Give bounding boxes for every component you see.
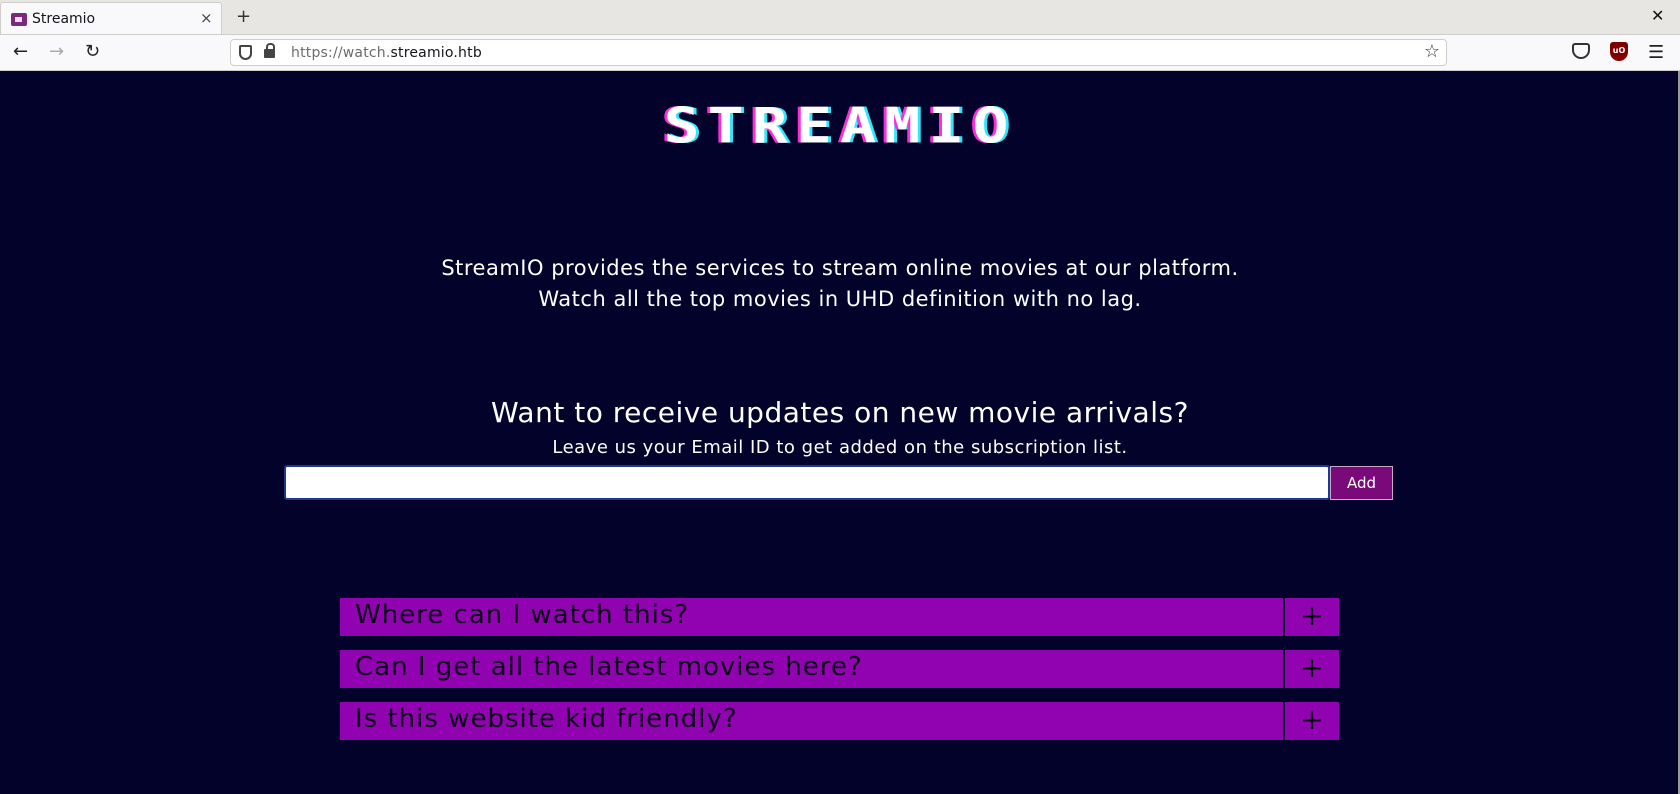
tagline: StreamIO provides the services to stream… (0, 253, 1680, 315)
faq-item[interactable]: Is this website kid friendly? + (340, 702, 1339, 740)
new-tab-button[interactable]: + (236, 6, 251, 27)
favicon-icon (11, 13, 27, 26)
url-domain: streamio.htb (390, 45, 482, 61)
site-logo: STREAMIO (663, 97, 1017, 155)
subscribe-description: Leave us your Email ID to get added on t… (552, 437, 1128, 458)
faq-question: Where can I watch this? (355, 600, 690, 630)
url-prefix: https://watch. (291, 45, 391, 61)
faq-question: Is this website kid friendly? (355, 704, 738, 734)
hamburger-menu-icon[interactable]: ☰ (1648, 42, 1664, 63)
faq-expand-icon[interactable]: + (1283, 702, 1339, 740)
url-text[interactable]: https://watch.streamio.htb (291, 45, 482, 61)
faq-item[interactable]: Can I get all the latest movies here? + (340, 650, 1339, 688)
reload-button[interactable]: ↻ (85, 41, 100, 62)
ublock-origin-icon[interactable]: uO (1610, 42, 1628, 61)
navigation-toolbar: ← → ↻ https://watch.streamio.htb ☆ uO ☰ (0, 35, 1680, 71)
back-button[interactable]: ← (13, 41, 28, 62)
subscribe-heading: Want to receive updates on new movie arr… (491, 396, 1189, 429)
tagline-line-2: Watch all the top movies in UHD definiti… (538, 287, 1142, 311)
faq-question: Can I get all the latest movies here? (355, 652, 863, 682)
window-close-button[interactable]: ✕ (1651, 6, 1664, 25)
address-bar[interactable]: https://watch.streamio.htb ☆ (230, 39, 1447, 66)
tab-strip: Streamio × + ✕ (0, 0, 1680, 35)
faq-expand-icon[interactable]: + (1283, 650, 1339, 688)
bookmark-star-icon[interactable]: ☆ (1424, 41, 1440, 62)
page-content: STREAMIO StreamIO provides the services … (0, 71, 1680, 794)
lock-warning-icon[interactable] (264, 43, 275, 58)
faq-expand-icon[interactable]: + (1283, 598, 1339, 636)
faq-item[interactable]: Where can I watch this? + (340, 598, 1339, 636)
email-input[interactable] (284, 465, 1330, 500)
pocket-icon[interactable] (1572, 43, 1590, 59)
tagline-line-1: StreamIO provides the services to stream… (441, 256, 1239, 280)
forward-button[interactable]: → (49, 41, 64, 62)
tab-title: Streamio (32, 11, 96, 27)
tracking-protection-shield-icon[interactable] (239, 45, 252, 60)
add-button[interactable]: Add (1330, 466, 1393, 500)
tab-streamio[interactable]: Streamio × (0, 2, 222, 34)
tab-close-icon[interactable]: × (200, 9, 213, 27)
